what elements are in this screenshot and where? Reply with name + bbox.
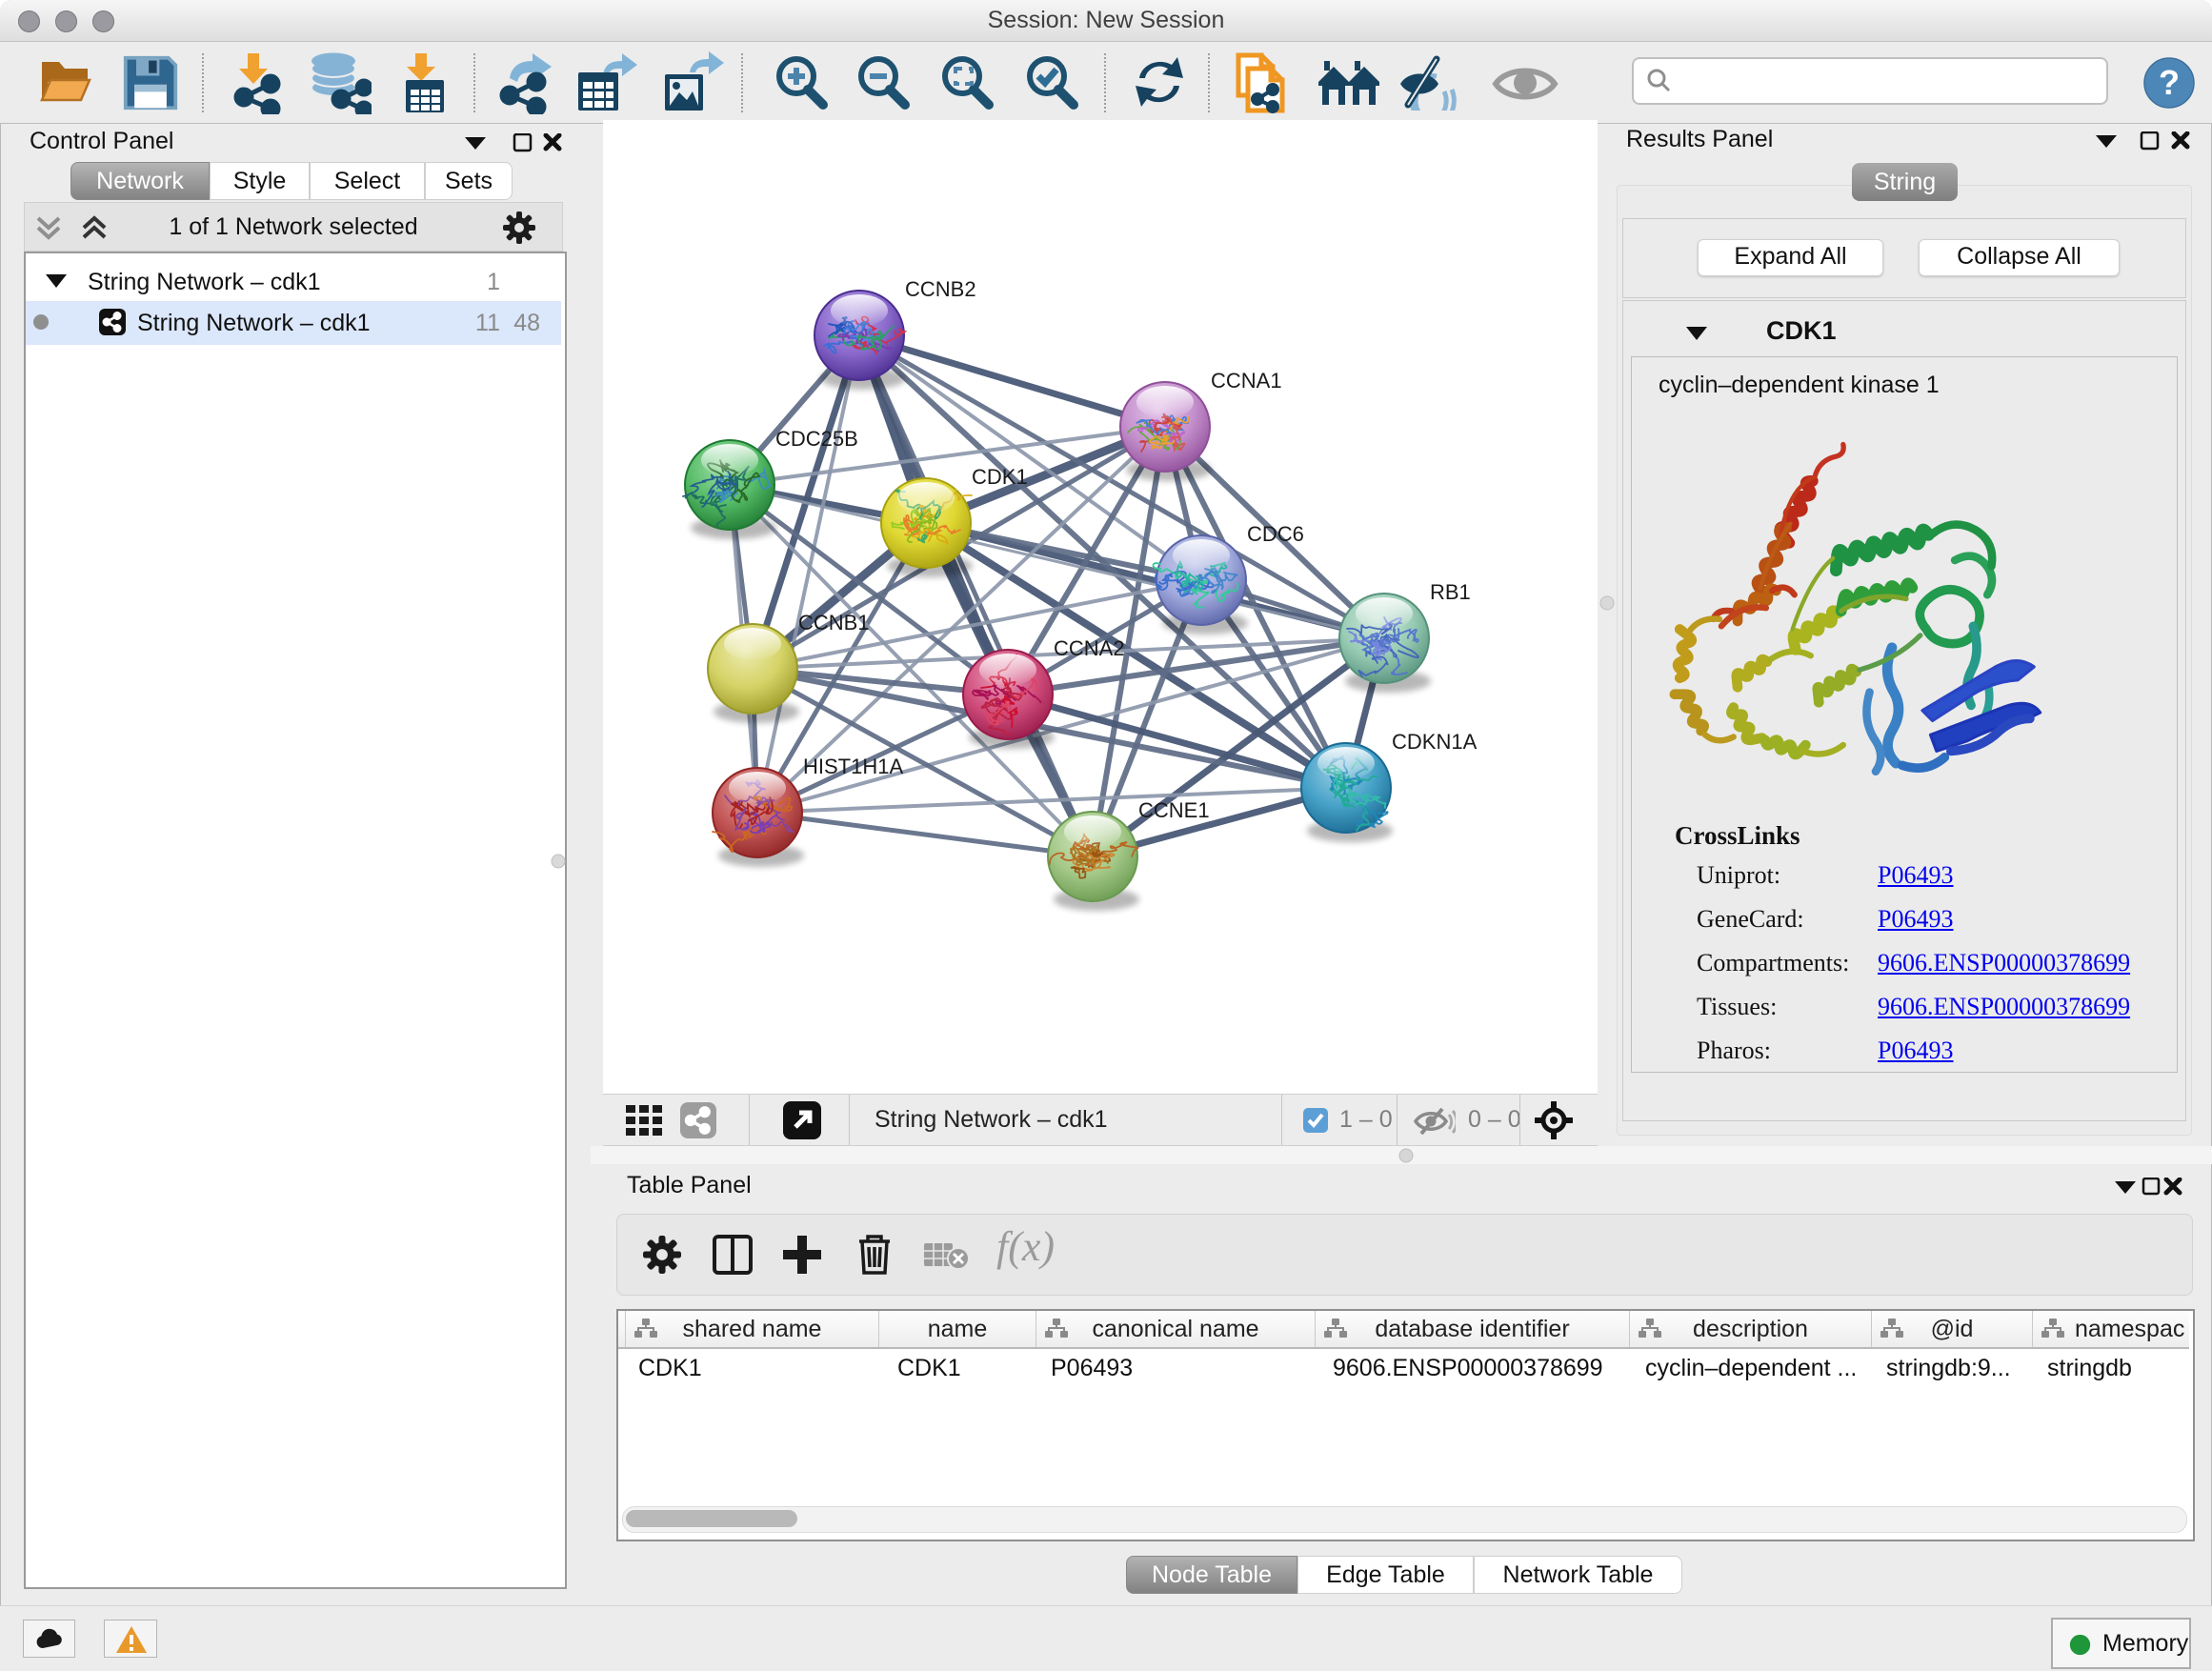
svg-text:CCNA1: CCNA1 [1211, 369, 1282, 393]
svg-text:HIST1H1A: HIST1H1A [803, 755, 903, 778]
svg-text:CCNB2: CCNB2 [905, 277, 976, 301]
svg-text:CDC6: CDC6 [1247, 522, 1304, 546]
svg-text:CDC25B: CDC25B [775, 427, 858, 451]
svg-text:CCNE1: CCNE1 [1138, 798, 1210, 822]
svg-text:?: ? [2159, 63, 2180, 102]
svg-text:RB1: RB1 [1430, 580, 1471, 604]
svg-text:CCNA2: CCNA2 [1054, 636, 1125, 660]
svg-text:CDK1: CDK1 [972, 465, 1028, 489]
svg-text:CCNB1: CCNB1 [798, 611, 870, 634]
svg-text:CDKN1A: CDKN1A [1392, 730, 1478, 754]
